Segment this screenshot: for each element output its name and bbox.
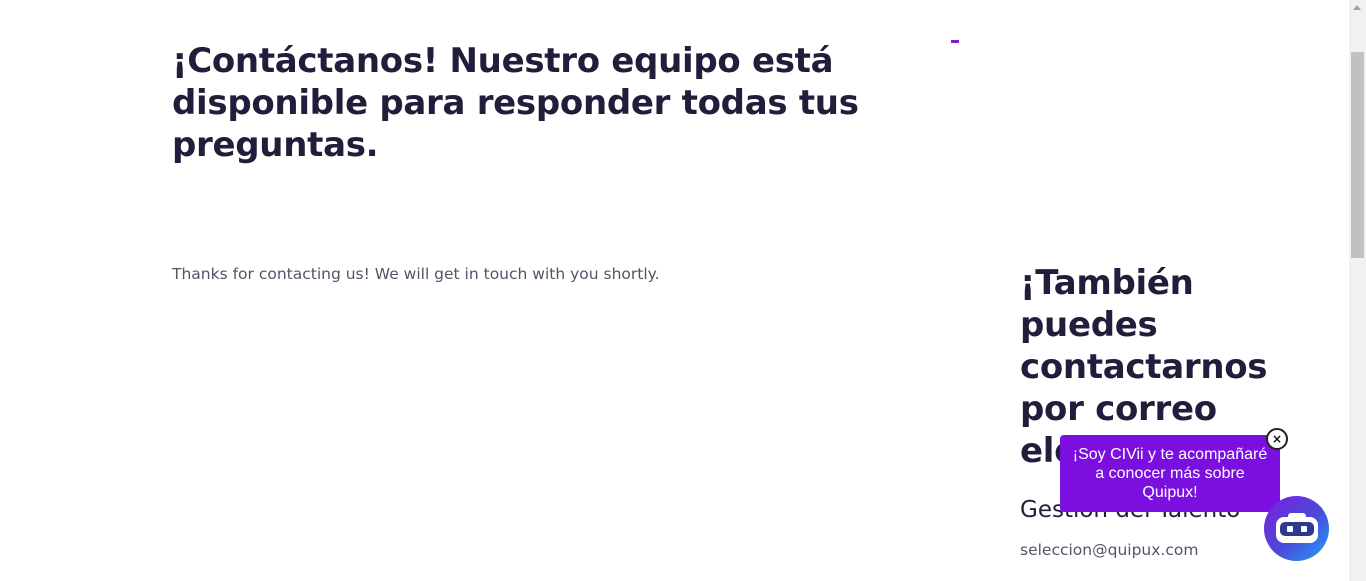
- page-scrollbar[interactable]: [1349, 0, 1366, 581]
- chat-greeting-bubble[interactable]: ¡Soy CIVii y te acompañaré a conocer más…: [1060, 435, 1280, 512]
- scrollbar-thumb[interactable]: [1351, 52, 1364, 258]
- scroll-up-arrow-icon[interactable]: [1353, 5, 1361, 10]
- chatbot-launcher-button[interactable]: [1264, 496, 1329, 561]
- chat-close-button[interactable]: ×: [1266, 428, 1288, 450]
- form-confirmation-message: Thanks for contacting us! We will get in…: [172, 265, 660, 283]
- close-icon: ×: [1271, 432, 1283, 446]
- chat-greeting-text: ¡Soy CIVii y te acompañaré a conocer más…: [1072, 446, 1268, 501]
- page-title: ¡Contáctanos! Nuestro equipo está dispon…: [172, 41, 859, 165]
- robot-icon: [1275, 512, 1318, 543]
- department-email-link[interactable]: seleccion@quipux.com: [1020, 541, 1198, 559]
- accent-divider: [951, 40, 959, 43]
